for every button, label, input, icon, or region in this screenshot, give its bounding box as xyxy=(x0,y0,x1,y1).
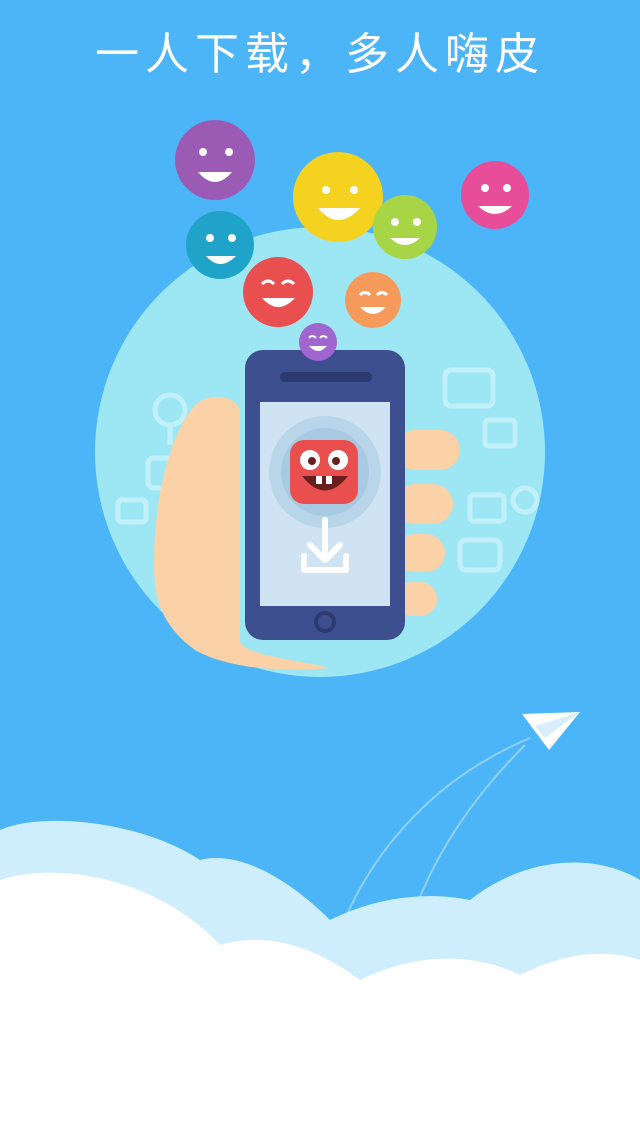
smiley-bubble-icon xyxy=(299,323,337,361)
app-monster-icon xyxy=(290,440,358,504)
smiley-bubble-icon xyxy=(186,211,254,279)
smiley-bubble-icon xyxy=(293,152,383,242)
phone-icon xyxy=(245,350,405,640)
cloud-icon xyxy=(0,820,640,1136)
smiley-bubble-icon xyxy=(345,272,401,328)
smiley-bubble-icon xyxy=(373,195,437,259)
paper-plane-icon xyxy=(522,712,580,750)
illustration xyxy=(0,120,640,1136)
smiley-bubble-icon xyxy=(175,120,255,200)
smiley-bubble-icon xyxy=(243,257,313,327)
smiley-bubble-icon xyxy=(461,161,529,229)
